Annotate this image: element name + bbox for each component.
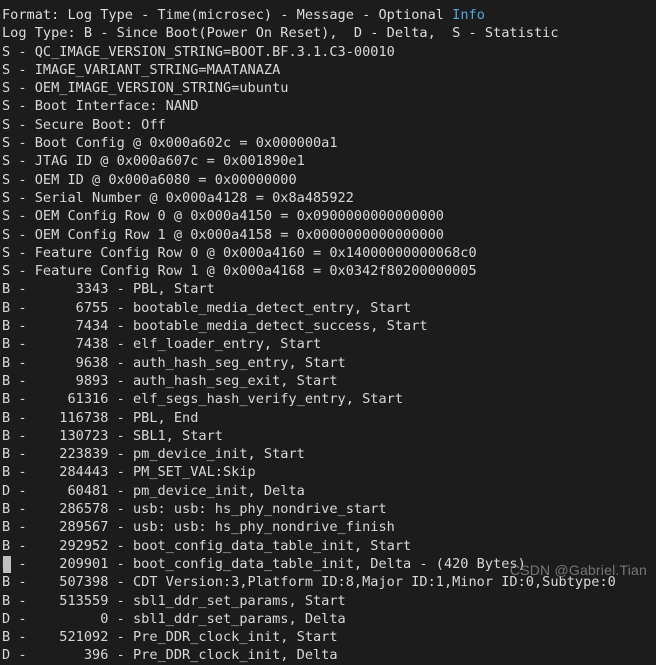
log-line: S - Boot Interface: NAND: [2, 98, 199, 115]
terminal-cursor: [3, 556, 11, 573]
log-format-header-text: Format: Log Type - Time(microsec) - Mess…: [2, 7, 453, 23]
log-line: D - 396 - Pre_DDR_clock_init, Delta: [2, 647, 338, 664]
log-line: S - Secure Boot: Off: [2, 116, 166, 133]
log-type-legend-line: Log Type: B - Since Boot(Power On Reset)…: [2, 25, 559, 42]
log-format-header-line: Format: Log Type - Time(microsec) - Mess…: [2, 6, 656, 24]
log-line: S - Feature Config Row 0 @ 0x000a4160 = …: [2, 244, 477, 261]
log-line: B - 289567 - usb: usb: hs_phy_nondrive_f…: [2, 519, 395, 536]
log-line: B - 521092 - Pre_DDR_clock_init, Start: [2, 629, 338, 646]
log-line: D - 0 - sbl1_ddr_set_params, Delta: [2, 610, 346, 627]
log-line: B - 9638 - auth_hash_seg_entry, Start: [2, 354, 346, 371]
log-line: B - 130723 - SBL1, Start: [2, 427, 223, 444]
log-line: S - QC_IMAGE_VERSION_STRING=BOOT.BF.3.1.…: [2, 43, 395, 60]
terminal-window[interactable]: Format: Log Type - Time(microsec) - Mess…: [0, 0, 656, 663]
log-line: S - OEM ID @ 0x000a6080 = 0x00000000: [2, 171, 297, 188]
log-line: D - 60481 - pm_device_init, Delta: [2, 482, 305, 499]
log-line: S - IMAGE_VARIANT_STRING=MAATANAZA: [2, 61, 281, 78]
log-line: S - Feature Config Row 1 @ 0x000a4168 = …: [2, 263, 477, 280]
log-line: B - 292952 - boot_config_data_table_init…: [2, 537, 412, 554]
log-line: B - 6755 - bootable_media_detect_entry, …: [2, 299, 412, 316]
log-line: S - Serial Number @ 0x000a4128 = 0x8a485…: [2, 189, 354, 206]
log-line: B - 7438 - elf_loader_entry, Start: [2, 336, 322, 353]
log-line: B - 223839 - pm_device_init, Start: [2, 446, 305, 463]
log-line: B - 284443 - PM_SET_VAL:Skip: [2, 464, 256, 481]
log-line: B - 61316 - elf_segs_hash_verify_entry, …: [2, 391, 404, 408]
log-line: B - 513559 - sbl1_ddr_set_params, Start: [2, 592, 346, 609]
log-format-info-keyword: Info: [452, 7, 485, 23]
log-line: B - 3343 - PBL, Start: [2, 281, 215, 298]
log-line: S - Boot Config @ 0x000a602c = 0x000000a…: [2, 135, 338, 152]
log-line: S - OEM Config Row 0 @ 0x000a4150 = 0x09…: [2, 208, 444, 225]
log-line: B - 7434 - bootable_media_detect_success…: [2, 318, 428, 335]
log-line: B - 286578 - usb: usb: hs_phy_nondrive_s…: [2, 501, 387, 518]
watermark-label: CSDN @Gabriel.Tian: [509, 561, 647, 578]
log-line: B - 116738 - PBL, End: [2, 409, 199, 426]
log-line: S - JTAG ID @ 0x000a607c = 0x001890e1: [2, 153, 305, 170]
log-line: S - OEM Config Row 1 @ 0x000a4158 = 0x00…: [2, 226, 444, 243]
log-line: S - OEM_IMAGE_VERSION_STRING=ubuntu: [2, 80, 289, 97]
log-line: B - 9893 - auth_hash_seg_exit, Start: [2, 372, 338, 389]
